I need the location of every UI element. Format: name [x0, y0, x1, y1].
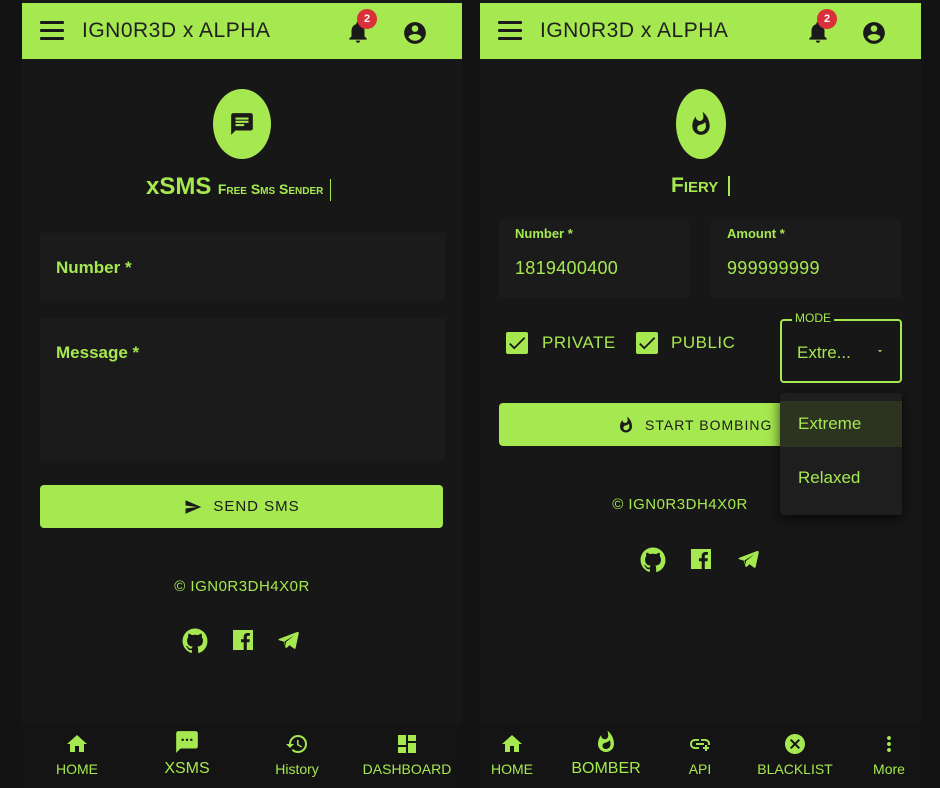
- bottom-navigation: HOME BOMBER API BLACKLIST More: [480, 723, 921, 788]
- whatshot-icon: [692, 111, 710, 135]
- number-label: Number *: [56, 258, 132, 277]
- nav-history[interactable]: History: [262, 723, 332, 788]
- text-cursor: [728, 176, 731, 197]
- bomber-screen: IGN0R3D x ALPHA 2 Fiery Number * 1819400…: [480, 0, 921, 788]
- fire-icon: [620, 416, 632, 432]
- nav-xsms[interactable]: XSMS: [152, 723, 222, 788]
- send-icon: [185, 499, 202, 514]
- home-icon: [67, 735, 87, 752]
- nav-history-label: History: [275, 761, 319, 777]
- telegram-icon[interactable]: [276, 629, 300, 651]
- public-checkbox[interactable]: [636, 332, 658, 354]
- private-label: PRIVATE: [542, 333, 616, 352]
- checkmark-icon: [509, 337, 526, 350]
- dropdown-arrow-icon: [877, 350, 883, 353]
- home-icon: [502, 735, 522, 752]
- github-icon[interactable]: [640, 547, 666, 573]
- app-bar: IGN0R3D x ALPHA 2: [22, 3, 462, 59]
- brand-subtitle: Free Sms Sender: [217, 181, 324, 197]
- start-bombing-button[interactable]: START BOMBING: [499, 403, 799, 446]
- cancel-icon: [785, 734, 805, 754]
- nav-home-label: HOME: [491, 761, 533, 777]
- github-icon[interactable]: [182, 628, 208, 654]
- sms-icon: [176, 731, 198, 753]
- nav-bomber[interactable]: BOMBER: [568, 723, 644, 788]
- account-circle-icon[interactable]: [861, 20, 887, 46]
- app-title: IGN0R3D x ALPHA: [82, 19, 271, 42]
- account-circle-icon[interactable]: [402, 20, 428, 46]
- nav-api[interactable]: API: [670, 723, 730, 788]
- brand-title: Fiery: [671, 174, 731, 198]
- nav-blacklist[interactable]: BLACKLIST: [752, 723, 838, 788]
- notifications-bell-icon[interactable]: 2: [345, 9, 377, 45]
- nav-more-label: More: [873, 761, 905, 777]
- start-bombing-label: START BOMBING: [645, 416, 773, 433]
- nav-bomber-label: BOMBER: [571, 760, 641, 777]
- bottom-navigation: HOME XSMS History DASHBOARD: [22, 723, 462, 788]
- amount-value: 999999999: [727, 258, 820, 278]
- facebook-icon[interactable]: [231, 628, 255, 652]
- xsms-screen: IGN0R3D x ALPHA 2 xSMS Free Sms Sender N…: [22, 0, 462, 788]
- nav-xsms-label: XSMS: [164, 760, 210, 777]
- mode-value: Extre...: [797, 343, 851, 362]
- mode-label: MODE: [792, 311, 834, 325]
- notifications-bell-icon[interactable]: 2: [805, 9, 837, 45]
- nav-blacklist-label: BLACKLIST: [757, 761, 833, 777]
- hamburger-menu-icon[interactable]: [40, 21, 64, 41]
- notification-badge: 2: [357, 9, 377, 29]
- message-field[interactable]: [40, 318, 445, 460]
- fire-icon: [598, 730, 614, 752]
- public-label: PUBLIC: [671, 333, 736, 352]
- facebook-icon[interactable]: [689, 547, 713, 571]
- nav-dashboard-label: DASHBOARD: [362, 761, 452, 777]
- dashboard-icon: [398, 735, 416, 753]
- private-checkbox[interactable]: [506, 332, 528, 354]
- mode-option-relaxed[interactable]: Relaxed: [780, 455, 902, 501]
- hamburger-menu-icon[interactable]: [498, 21, 522, 41]
- app-title: IGN0R3D x ALPHA: [540, 19, 729, 42]
- fire-logo: [676, 89, 726, 159]
- send-sms-label: SEND SMS: [213, 498, 300, 515]
- copyright-text: © IGN0R3DH4X0R: [612, 496, 748, 513]
- telegram-icon[interactable]: [736, 548, 760, 570]
- message-label: Message *: [56, 343, 140, 362]
- nav-more[interactable]: More: [862, 723, 916, 788]
- nav-api-label: API: [688, 761, 712, 777]
- nav-home[interactable]: HOME: [482, 723, 542, 788]
- nav-home-label: HOME: [56, 761, 98, 777]
- brand-main: Fiery: [671, 174, 719, 197]
- nav-home[interactable]: HOME: [42, 723, 112, 788]
- chat-icon: [231, 113, 253, 135]
- mode-option-extreme[interactable]: Extreme: [780, 401, 902, 447]
- history-icon: [286, 735, 307, 753]
- amount-label: Amount *: [727, 226, 785, 241]
- text-cursor: [329, 178, 331, 201]
- copyright-text: © IGN0R3DH4X0R: [174, 578, 310, 595]
- number-value: 1819400400: [515, 258, 619, 278]
- more-vert-icon: [887, 736, 891, 752]
- brand-main: xSMS: [146, 173, 212, 200]
- app-bar: IGN0R3D x ALPHA 2: [480, 3, 921, 59]
- link-icon: [690, 739, 711, 751]
- sms-logo: [213, 89, 271, 159]
- brand-title: xSMS Free Sms Sender: [146, 173, 331, 201]
- send-sms-button[interactable]: SEND SMS: [40, 485, 443, 528]
- checkmark-icon: [639, 337, 656, 350]
- notification-badge: 2: [817, 9, 837, 29]
- nav-dashboard[interactable]: DASHBOARD: [362, 723, 452, 788]
- number-label: Number *: [515, 226, 573, 241]
